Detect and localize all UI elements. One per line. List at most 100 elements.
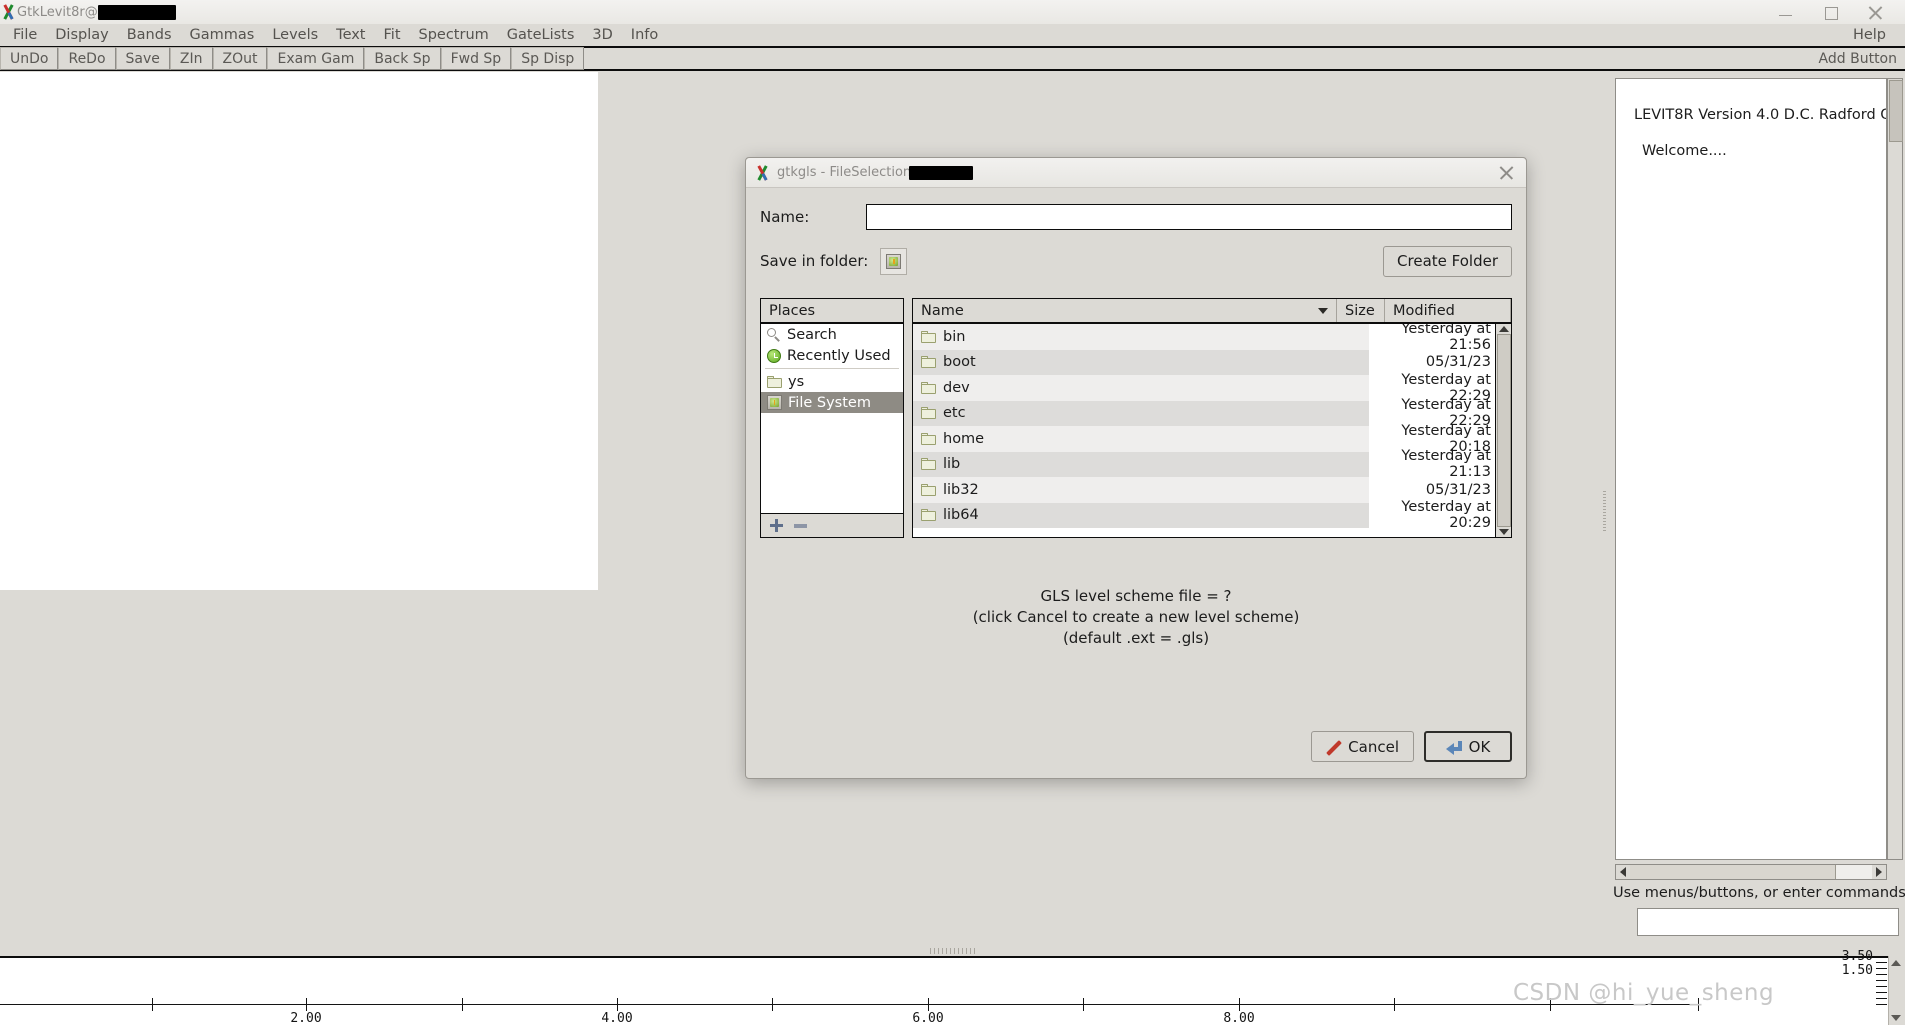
table-row[interactable]: bin Yesterday at 21:56 bbox=[913, 324, 1495, 353]
maximize-icon[interactable] bbox=[1823, 5, 1838, 20]
level-scheme-canvas[interactable] bbox=[0, 72, 598, 590]
places-footer bbox=[761, 513, 903, 537]
vertical-pane-splitter[interactable] bbox=[1600, 72, 1609, 950]
x-axis-tick bbox=[1394, 998, 1396, 1011]
table-row[interactable]: lib Yesterday at 21:13 bbox=[913, 448, 1495, 480]
search-icon bbox=[767, 327, 781, 342]
file-name-label: lib32 bbox=[943, 481, 979, 498]
csdn-watermark: CSDN @hi_yue_sheng bbox=[1513, 980, 1775, 1006]
save-folder-button[interactable] bbox=[880, 247, 908, 275]
menu-item-gammas[interactable]: Gammas bbox=[181, 25, 264, 45]
menu-item-text[interactable]: Text bbox=[327, 25, 374, 45]
x-axis-tick-label: 4.00 bbox=[601, 1011, 633, 1026]
log-horizontal-scrollbar-thumb[interactable] bbox=[1630, 865, 1836, 879]
save-folder-row: Save in folder: Create Folder bbox=[760, 245, 1512, 277]
place-item-search[interactable]: Search bbox=[761, 324, 903, 345]
scroll-up-icon[interactable] bbox=[1891, 960, 1901, 966]
sp-disp-button[interactable]: Sp Disp bbox=[511, 47, 585, 70]
enter-arrow-icon bbox=[1445, 739, 1463, 755]
log-vertical-scrollbar[interactable] bbox=[1887, 78, 1903, 860]
add-button[interactable]: Add Button bbox=[1810, 47, 1905, 70]
file-list-scrollbar-thumb[interactable] bbox=[1496, 334, 1511, 527]
place-item-recently-used[interactable]: Recently Used bbox=[761, 345, 903, 366]
x-application-icon bbox=[754, 164, 771, 181]
x-axis-tick bbox=[617, 998, 619, 1011]
menu-item-help[interactable]: Help bbox=[1844, 25, 1895, 45]
exam-gam-button[interactable]: Exam Gam bbox=[267, 47, 365, 70]
scroll-up-icon[interactable] bbox=[1498, 326, 1509, 332]
file-name-label: dev bbox=[943, 379, 970, 396]
folder-icon bbox=[921, 330, 936, 343]
axis-vertical-scrollbar[interactable] bbox=[1888, 956, 1905, 1025]
place-item-ys[interactable]: ys bbox=[761, 371, 903, 392]
dialog-message: GLS level scheme file = ? (click Cancel … bbox=[760, 586, 1512, 649]
back-sp-button[interactable]: Back Sp bbox=[364, 47, 441, 70]
undo-button[interactable]: UnDo bbox=[0, 47, 59, 70]
zoom-in-button[interactable]: ZIn bbox=[169, 47, 213, 70]
menu-item-file[interactable]: File bbox=[4, 25, 46, 45]
ok-button[interactable]: OK bbox=[1424, 731, 1512, 762]
close-icon[interactable] bbox=[1868, 5, 1883, 20]
file-name-label: lib bbox=[943, 456, 961, 473]
log-horizontal-scrollbar[interactable] bbox=[1615, 864, 1887, 880]
filename-input[interactable] bbox=[866, 204, 1512, 230]
menu-item-spectrum[interactable]: Spectrum bbox=[410, 25, 498, 45]
folder-icon bbox=[921, 432, 936, 445]
column-header-modified[interactable]: Modified bbox=[1385, 299, 1511, 322]
dialog-title-bar: gtkgls - FileSelection bbox=[746, 158, 1526, 188]
scroll-down-icon[interactable] bbox=[1498, 529, 1509, 535]
fwd-sp-button[interactable]: Fwd Sp bbox=[440, 47, 512, 70]
add-place-icon[interactable] bbox=[770, 519, 783, 532]
title-bar: GtkLevit8r@ bbox=[0, 0, 1905, 25]
menu-item-bands[interactable]: Bands bbox=[118, 25, 181, 45]
scroll-right-icon[interactable] bbox=[1872, 865, 1886, 879]
x-application-icon bbox=[0, 4, 17, 20]
browser-splitter[interactable] bbox=[904, 298, 912, 538]
zoom-out-button[interactable]: ZOut bbox=[212, 47, 268, 70]
log-horizontal-scrollbar-trough[interactable] bbox=[1630, 865, 1872, 879]
table-row[interactable]: lib64 Yesterday at 20:29 bbox=[913, 499, 1495, 531]
window-title: GtkLevit8r@ bbox=[17, 4, 176, 20]
folder-icon bbox=[921, 356, 936, 369]
menu-item-3d[interactable]: 3D bbox=[583, 25, 621, 45]
horizontal-pane-splitter[interactable] bbox=[930, 948, 976, 954]
remove-place-icon[interactable] bbox=[794, 523, 807, 528]
y-axis-tick-label: 3.50 bbox=[1841, 949, 1873, 964]
menu-item-fit[interactable]: Fit bbox=[375, 25, 410, 45]
cancel-button[interactable]: Cancel bbox=[1311, 731, 1414, 762]
file-name-cell: lib bbox=[913, 456, 1321, 472]
save-button[interactable]: Save bbox=[115, 47, 170, 70]
x-axis-tick-label: 2.00 bbox=[290, 1011, 322, 1026]
file-modified-cell: Yesterday at 21:13 bbox=[1369, 448, 1495, 480]
file-list-scrollbar[interactable] bbox=[1495, 324, 1511, 537]
file-list-header: Name Size Modified bbox=[913, 299, 1511, 324]
disk-icon bbox=[886, 253, 902, 269]
menu-item-levels[interactable]: Levels bbox=[263, 25, 327, 45]
column-header-size[interactable]: Size bbox=[1337, 299, 1385, 322]
redacted-hostname bbox=[97, 4, 176, 20]
file-name-cell: home bbox=[913, 431, 1321, 447]
command-input[interactable] bbox=[1637, 908, 1899, 936]
menu-item-display[interactable]: Display bbox=[46, 25, 117, 45]
places-list: Search Recently Used ys File System bbox=[761, 324, 903, 513]
places-separator bbox=[765, 368, 899, 369]
place-item-file-system[interactable]: File System bbox=[761, 392, 903, 413]
redo-button[interactable]: ReDo bbox=[58, 47, 116, 70]
log-vertical-scrollbar-thumb[interactable] bbox=[1889, 80, 1903, 142]
menu-item-gatelists[interactable]: GateLists bbox=[498, 25, 584, 45]
file-name-cell: lib32 bbox=[913, 482, 1321, 498]
dialog-title: gtkgls - FileSelection bbox=[777, 165, 974, 180]
name-label: Name: bbox=[760, 208, 810, 226]
dialog-title-text: gtkgls - FileSelection bbox=[777, 165, 912, 180]
scroll-down-icon[interactable] bbox=[1891, 1015, 1901, 1021]
column-header-name[interactable]: Name bbox=[913, 299, 1337, 322]
minimize-icon[interactable] bbox=[1778, 5, 1793, 20]
scroll-left-icon[interactable] bbox=[1616, 865, 1630, 879]
create-folder-button[interactable]: Create Folder bbox=[1383, 245, 1512, 277]
cancel-button-label: Cancel bbox=[1348, 737, 1399, 756]
menu-item-info[interactable]: Info bbox=[622, 25, 667, 45]
dialog-close-icon[interactable] bbox=[1499, 165, 1514, 180]
name-row: Name: bbox=[760, 204, 1512, 230]
cancel-x-icon bbox=[1326, 739, 1342, 756]
file-name-label: boot bbox=[943, 354, 976, 371]
